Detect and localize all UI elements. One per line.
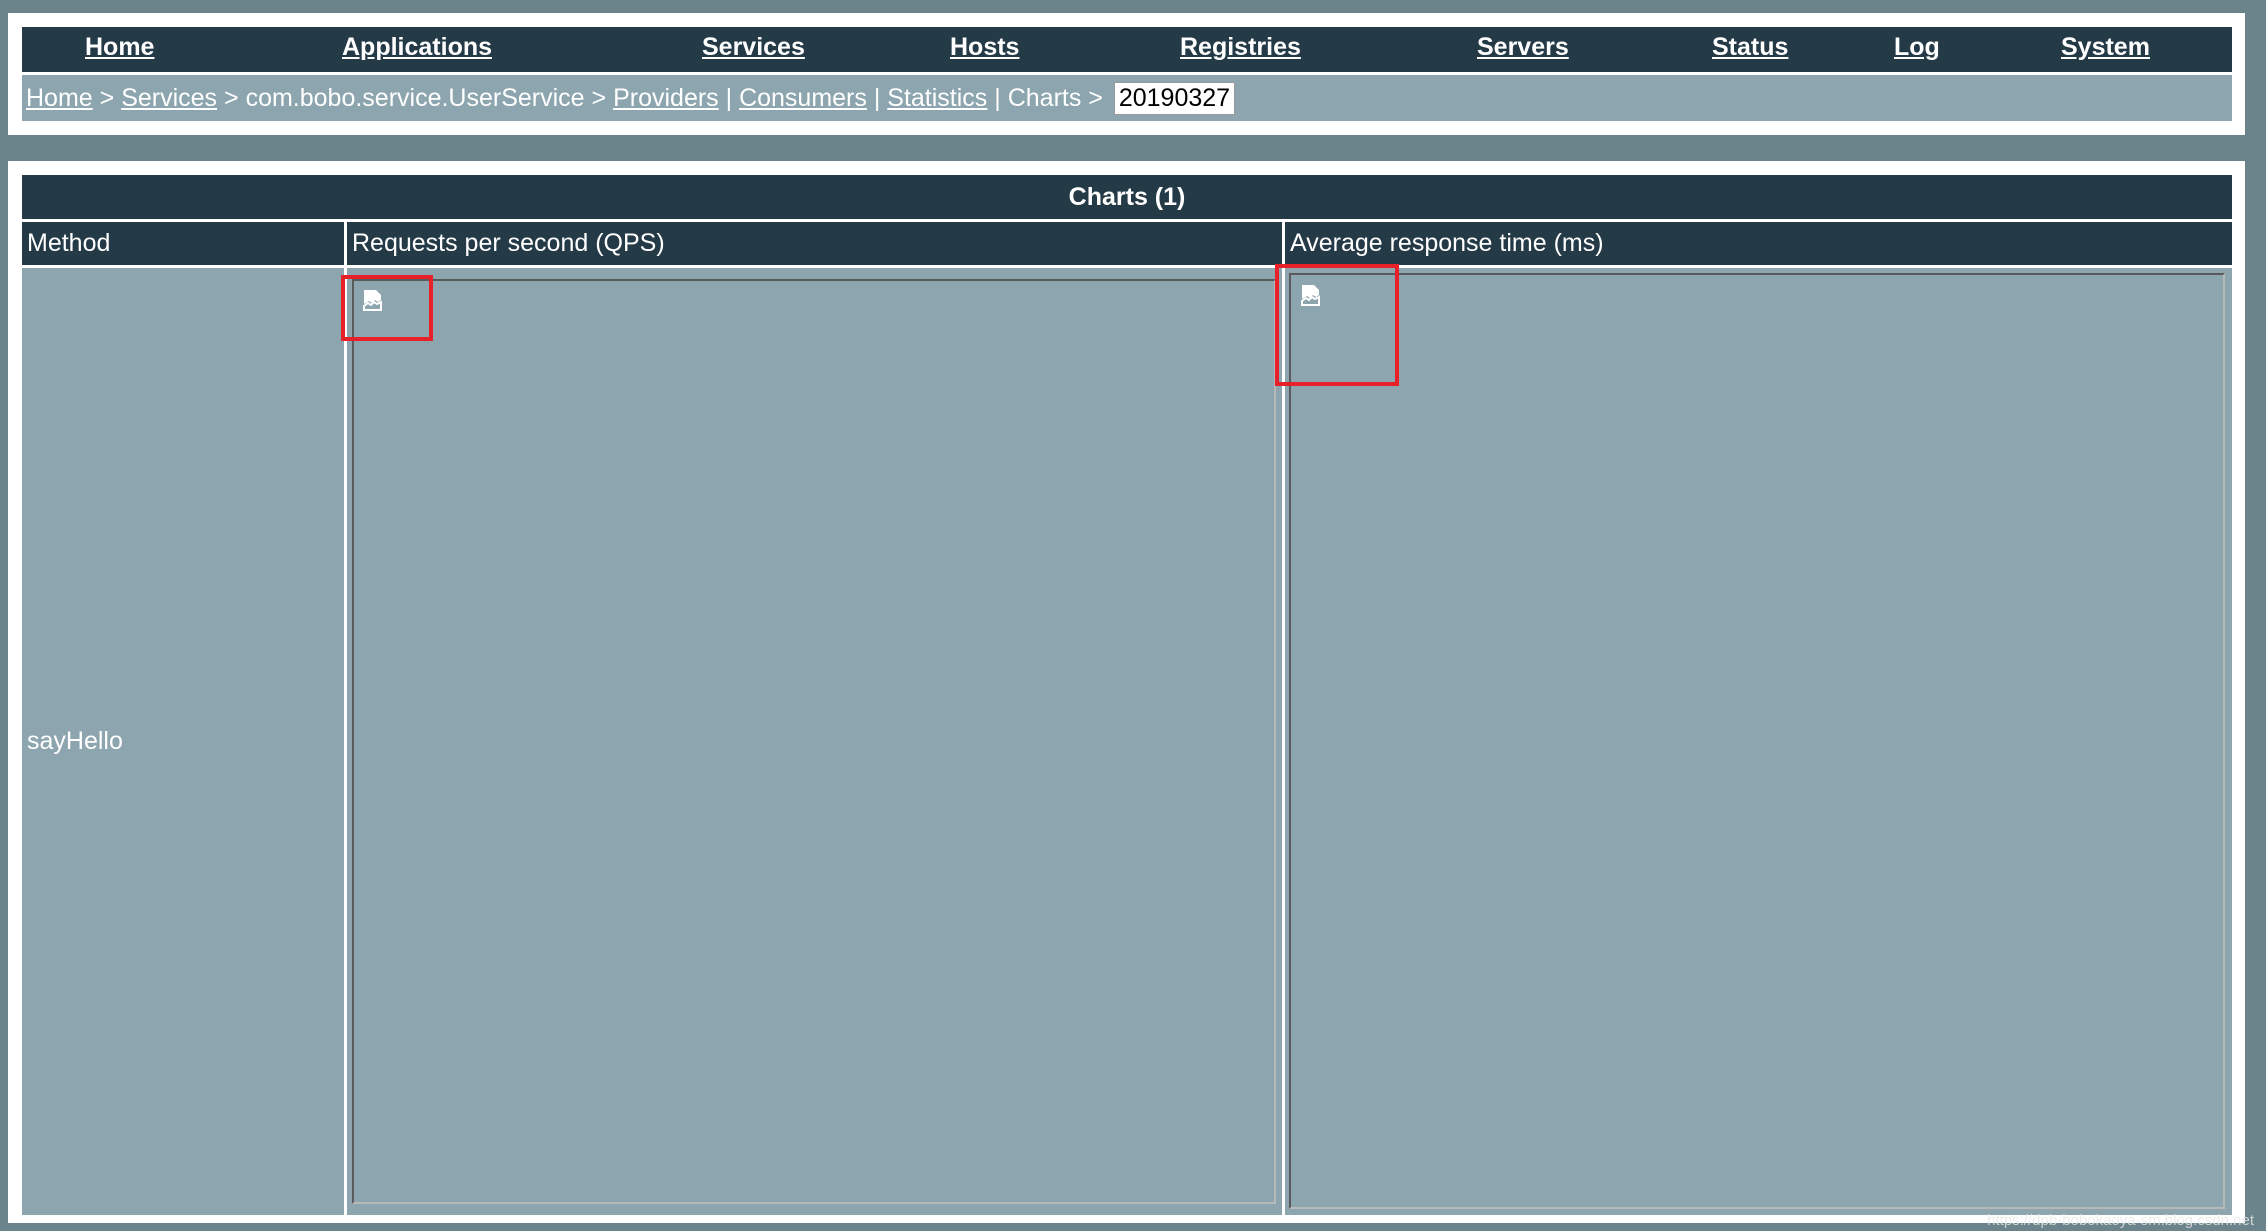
crumb-sep: > [584,83,614,112]
header-qps: Requests per second (QPS) [347,222,1282,265]
charts-title: Charts (1) [22,175,2232,219]
header-rt: Average response time (ms) [1285,222,2232,265]
method-cell: sayHello [22,268,344,1215]
nav-system[interactable]: System [2061,33,2150,62]
crumb-sep: > [1081,83,1110,112]
nav-registries[interactable]: Registries [1180,33,1301,62]
crumb-providers[interactable]: Providers [613,84,719,113]
rt-chart-image [1289,273,2225,1209]
crumb-home[interactable]: Home [26,84,93,113]
crumb-charts: Charts [1007,83,1082,112]
breadcrumb: Home > Services > com.bobo.service.UserS… [22,75,2232,121]
crumb-sep: | [866,83,888,112]
method-name: sayHello [27,727,123,755]
date-input[interactable]: 20190327 [1113,81,1236,115]
crumb-sep: | [987,83,1008,112]
charts-title-text: Charts (1) [1068,182,1186,211]
nav-services[interactable]: Services [702,33,805,62]
nav-applications[interactable]: Applications [342,33,492,62]
crumb-sep: | [718,83,740,112]
crumb-sep: > [92,83,122,112]
nav-home[interactable]: Home [85,33,154,62]
nav-hosts[interactable]: Hosts [950,33,1019,62]
header-method: Method [22,222,344,265]
nav-log[interactable]: Log [1894,33,1940,62]
crumb-sep: > [217,83,246,112]
crumb-service-name: com.bobo.service.UserService [245,83,585,112]
highlight-box-rt [1275,264,1399,386]
qps-chart-image [352,279,1276,1204]
highlight-box-qps [341,275,433,341]
watermark: https://dpb-bobokaoya-sm.blog.csdn.net [1987,1212,2254,1229]
main-nav: Home Applications Services Hosts Registr… [22,27,2232,72]
crumb-consumers[interactable]: Consumers [739,84,867,113]
crumb-statistics[interactable]: Statistics [887,84,987,113]
nav-status[interactable]: Status [1712,33,1788,62]
nav-servers[interactable]: Servers [1477,33,1569,62]
crumb-services[interactable]: Services [121,84,217,113]
